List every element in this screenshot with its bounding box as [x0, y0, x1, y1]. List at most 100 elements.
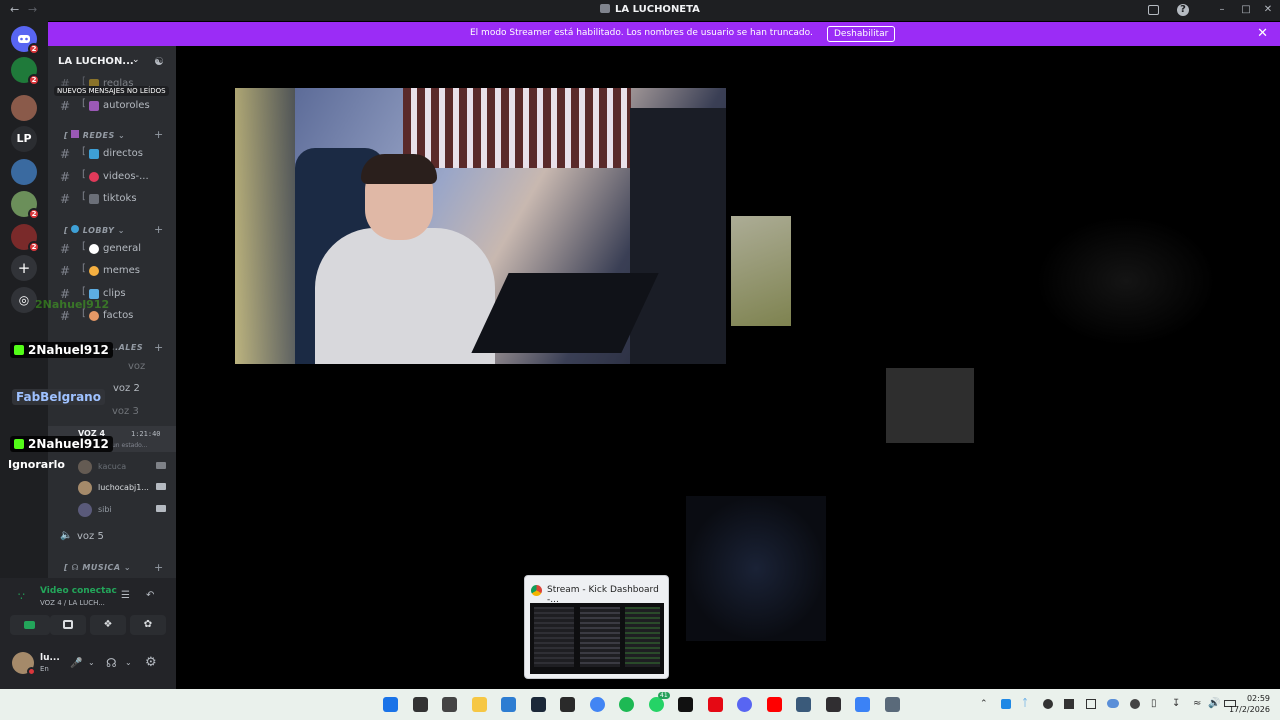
channel-memes[interactable]: # memes [48, 261, 176, 281]
back-arrow-icon[interactable]: ← [10, 3, 19, 16]
server-icon-6[interactable]: 2 [11, 224, 40, 253]
discord-icon[interactable] [737, 697, 752, 712]
category-name: MUSICA [82, 563, 121, 572]
streamer-mode-message: El modo Streamer está habilitado. Los no… [470, 28, 813, 38]
wifi-icon[interactable]: ≈ [1193, 698, 1201, 709]
chatgpt-icon[interactable] [678, 697, 693, 712]
channel-general[interactable]: # general [48, 239, 176, 259]
tray-app-icon[interactable] [1001, 699, 1011, 709]
steam-icon[interactable] [531, 697, 546, 712]
voice-channel-path[interactable]: VOZ 4 / LA LUCH... [40, 599, 105, 607]
user-settings-gear-icon[interactable]: ⚙ [145, 655, 157, 670]
spotify-icon[interactable] [619, 697, 634, 712]
kick-badge-icon [14, 439, 24, 449]
chevron-down-icon[interactable]: ⌄ [132, 55, 140, 65]
voice-user-sibi[interactable]: sibi [76, 501, 176, 519]
clock-date: 17/2/2026 [1228, 705, 1270, 714]
system-clock[interactable]: 02:59 17/2/2026 [1229, 693, 1270, 715]
notepad-icon[interactable] [855, 697, 870, 712]
store-icon[interactable] [501, 697, 516, 712]
add-server-icon[interactable]: + [11, 255, 37, 281]
unread-messages-pill[interactable]: NUEVOS MENSAJES NO LEÍDOS [54, 86, 169, 96]
add-channel-icon[interactable]: + [154, 561, 163, 574]
volume-icon[interactable]: 🔊 [1208, 698, 1220, 709]
server-icon-5[interactable]: 2 [11, 191, 40, 220]
server-name[interactable]: LA LUCHON... [58, 56, 134, 67]
channel-tiktoks[interactable]: # tiktoks [48, 189, 176, 209]
server-icon-4[interactable] [11, 159, 37, 185]
epic-games-icon[interactable] [560, 697, 575, 712]
microphone-icon[interactable]: 🎤 [70, 658, 82, 669]
chrome-icon[interactable] [590, 697, 605, 712]
help-icon[interactable]: ? [1177, 4, 1189, 16]
overlay-ghost-username: 2Nahuel912 [35, 298, 110, 311]
task-view-icon[interactable] [442, 697, 457, 712]
add-channel-icon[interactable]: + [154, 341, 163, 354]
usb-icon[interactable]: ▯ [1151, 698, 1157, 709]
voice-connected-status[interactable]: Video conectac [40, 586, 117, 596]
tray-app-icon[interactable] [1130, 699, 1140, 709]
voice-user-luchocabj[interactable]: luchocabj1... [76, 479, 176, 497]
chevron-down-icon[interactable]: ⌄ [88, 658, 95, 667]
voice-channel-voz-3[interactable]: voz 3 [48, 402, 176, 422]
category-canales[interactable]: ...ALES [108, 343, 143, 352]
channel-name: voz 2 [113, 383, 140, 394]
settings-icon[interactable] [885, 697, 900, 712]
noise-suppression-icon[interactable]: ☰ [121, 590, 130, 601]
photos-icon[interactable] [796, 697, 811, 712]
category-musica[interactable]: [ ☊ MUSICA ⌄ [64, 563, 131, 572]
chevron-up-icon[interactable]: ⌃ [980, 699, 988, 709]
minimize-icon[interactable]: – [1216, 4, 1228, 16]
server-icon-lp[interactable]: LP [11, 126, 37, 152]
tray-app-icon[interactable] [1086, 699, 1096, 709]
chevron-down-icon[interactable]: ⌄ [125, 658, 132, 667]
taskbar-preview-thumbnail[interactable]: Stream - Kick Dashboard -... [524, 575, 669, 679]
channel-directos[interactable]: # directos [48, 144, 176, 164]
forward-arrow-icon[interactable]: → [28, 3, 37, 16]
username[interactable]: lu... [40, 653, 60, 663]
inbox-icon[interactable] [1148, 5, 1159, 15]
background-lamp [886, 368, 974, 443]
voice-user-kacuca[interactable]: kacuca [76, 458, 176, 476]
soundboard-button[interactable]: ✿ [130, 615, 166, 635]
video-stream-area [176, 46, 1280, 689]
voice-timer: 1:21:40 [131, 430, 161, 438]
disconnect-icon[interactable]: ↶ [146, 590, 154, 601]
server-icon-2[interactable] [11, 95, 37, 121]
tray-app-icon[interactable] [1043, 699, 1053, 709]
add-member-icon[interactable]: ☯ [154, 55, 164, 68]
voice-channel-voz[interactable]: voz [48, 357, 176, 377]
netflix-icon[interactable] [708, 697, 723, 712]
category-redes[interactable]: [ REDES ⌄ [64, 130, 125, 140]
whatsapp-icon[interactable] [649, 697, 664, 712]
obs-icon[interactable] [826, 697, 841, 712]
speaker-icon: 🔈 [60, 530, 73, 541]
discord-home-icon[interactable]: 2 [11, 26, 40, 55]
disable-streamer-mode-button[interactable]: Deshabilitar [827, 26, 896, 42]
notification-badge: 2 [28, 74, 40, 86]
windows-start-icon[interactable] [383, 697, 398, 712]
server-icon-1[interactable]: 2 [11, 57, 40, 86]
maximize-icon[interactable]: □ [1240, 4, 1252, 16]
youtube-icon[interactable] [767, 697, 782, 712]
search-icon[interactable] [413, 697, 428, 712]
file-explorer-icon[interactable] [472, 697, 487, 712]
window-close-icon[interactable]: ✕ [1262, 4, 1274, 16]
channel-autoroles[interactable]: # autoroles [48, 96, 176, 116]
add-channel-icon[interactable]: + [154, 128, 163, 141]
activities-button[interactable]: ❖ [90, 615, 126, 635]
bluetooth-icon[interactable]: ᛏ [1022, 698, 1028, 709]
preview-panel [625, 607, 660, 667]
headphones-icon[interactable]: ☊ [106, 656, 117, 670]
add-channel-icon[interactable]: + [154, 223, 163, 236]
onedrive-icon[interactable] [1107, 699, 1119, 708]
camera-button[interactable] [10, 615, 50, 635]
user-avatar[interactable] [12, 652, 36, 676]
voice-channel-voz-5[interactable]: 🔈 voz 5 [48, 527, 176, 547]
tray-app-icon[interactable] [1064, 699, 1074, 709]
close-banner-icon[interactable]: ✕ [1257, 26, 1268, 41]
download-icon[interactable]: ↧ [1172, 698, 1180, 709]
screen-share-button[interactable] [50, 615, 86, 635]
category-lobby[interactable]: [ LOBBY ⌄ [64, 225, 125, 235]
channel-videos[interactable]: # videos-... [48, 167, 176, 187]
